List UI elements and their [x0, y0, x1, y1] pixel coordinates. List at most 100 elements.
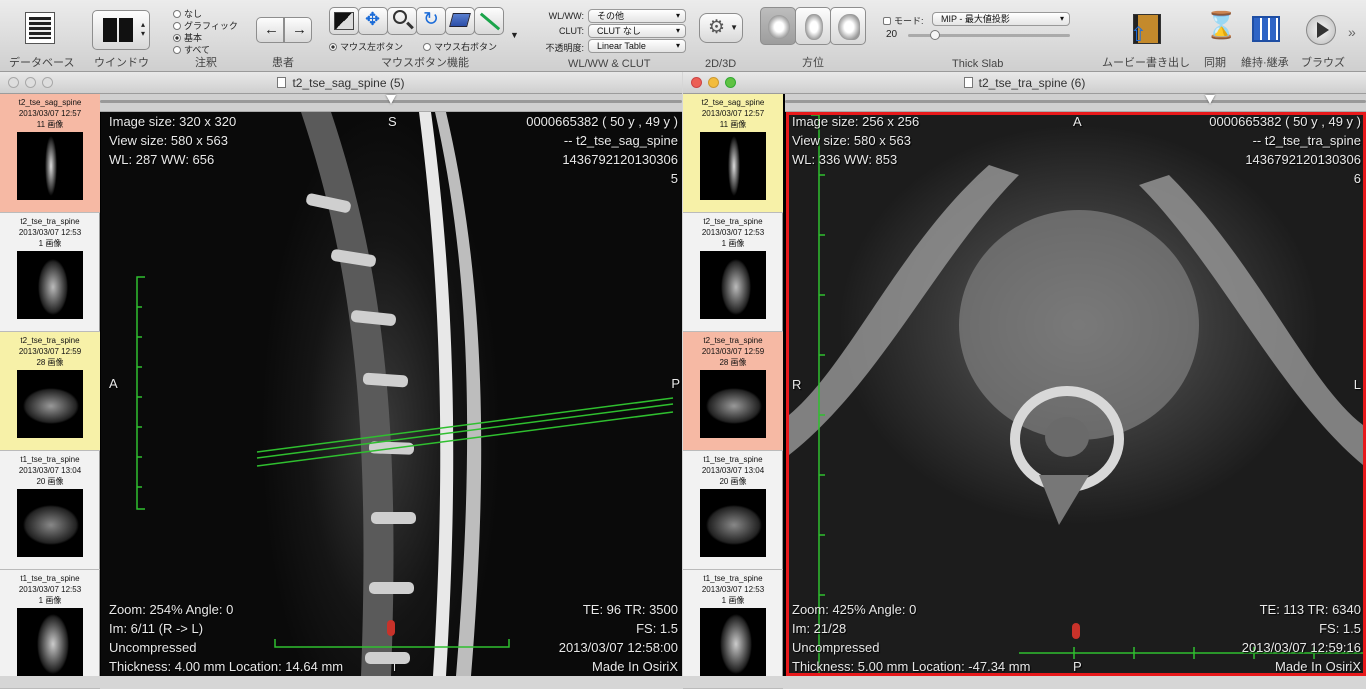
series-name: t1_tse_tra_spine	[703, 455, 763, 464]
window-label: ウインドウ	[94, 57, 149, 69]
mouse-left-option[interactable]: マウス左ボタン	[329, 40, 403, 53]
sagittal-spine-image	[136, 112, 674, 676]
series-name: t2_tse_tra_spine	[703, 217, 763, 226]
orientation-left-marker: A	[109, 376, 118, 391]
patient-label: 患者	[272, 57, 294, 69]
patient-next-button[interactable]: →	[284, 17, 312, 43]
orientation-left-marker: R	[792, 377, 802, 392]
right-series-thumb-4[interactable]: t1_tse_tra_spine 2013/03/07 12:53 1 画像	[683, 570, 783, 689]
orientation-axial-button[interactable]	[760, 7, 796, 45]
zoom-icon[interactable]	[42, 77, 53, 88]
right-series-thumb-0[interactable]: t2_tse_sag_spine 2013/03/07 12:57 11 画像	[683, 94, 783, 213]
browse-group[interactable]: » ブラウズ	[1296, 0, 1366, 72]
window-layout-button[interactable]: ▴ ▾	[92, 10, 150, 50]
left-series-thumb-4[interactable]: t1_tse_tra_spine 2013/03/07 12:53 1 画像	[0, 570, 100, 689]
clut-select[interactable]: CLUT なし	[588, 24, 686, 38]
minimize-icon[interactable]	[708, 77, 719, 88]
left-window-controls	[8, 77, 53, 88]
right-series-thumb-2[interactable]: t2_tse_tra_spine 2013/03/07 12:59 28 画像	[683, 332, 783, 451]
overlay-line: FS: 1.5	[1319, 621, 1361, 636]
overlay-line: TE: 113 TR: 6340	[1259, 602, 1361, 617]
overlay-line: 1436792120130306	[562, 152, 678, 167]
left-image-viewer[interactable]: Image size: 320 x 320 View size: 580 x 56…	[101, 112, 682, 676]
zoom-tool-button[interactable]	[387, 7, 417, 35]
gear-icon: ⚙	[708, 17, 726, 38]
mouse-right-option[interactable]: マウス右ボタン	[423, 40, 497, 53]
wlww-field-label: WL/WW:	[548, 11, 584, 21]
movie-group[interactable]: ⇧ ムービー書き出し	[1100, 0, 1195, 72]
keep-group[interactable]: 維持·継承	[1238, 0, 1293, 72]
right-series-thumb-3[interactable]: t1_tse_tra_spine 2013/03/07 13:04 20 画像	[683, 451, 783, 570]
series-thumbnail	[700, 489, 766, 557]
pan-tool-button[interactable]: ✥	[358, 7, 388, 35]
overlay-line: Zoom: 425% Angle: 0	[792, 602, 917, 617]
right-image-slider[interactable]	[785, 94, 1366, 112]
series-thumbnail	[700, 608, 766, 676]
series-name: t2_tse_sag_spine	[701, 98, 765, 107]
wlww-select[interactable]: その他	[588, 9, 686, 23]
window-group[interactable]: ▴ ▾ ウインドウ	[85, 0, 155, 72]
overlay-line: Im: 21/28	[792, 621, 847, 636]
right-series-sidebar: t2_tse_sag_spine 2013/03/07 12:57 11 画像 t2…	[683, 94, 783, 689]
overlay-line: 1436792120130306	[1245, 152, 1361, 167]
left-image-slider[interactable]	[100, 94, 682, 112]
right-image-viewer[interactable]: Image size: 256 x 256 View size: 580 x 56…	[786, 112, 1366, 676]
thick-slab-mode-checkbox[interactable]: モード:	[883, 14, 924, 27]
move-icon: ✥	[365, 9, 381, 29]
left-overlay-bottom-left: Zoom: 254% Angle: 0 Im: 6/11 (R -> L) Unco…	[109, 600, 343, 676]
overlay-line: WL: 287 WW: 656	[109, 152, 215, 167]
left-slider-knob[interactable]	[386, 95, 396, 104]
left-series-thumb-1[interactable]: t2_tse_tra_spine 2013/03/07 12:53 1 画像	[0, 213, 100, 332]
magnifier-icon	[393, 10, 407, 24]
right-viewer-window: t2_tse_tra_spine (6) t2_tse_sag_spine 201…	[683, 72, 1366, 689]
series-date: 2013/03/07 12:59	[18, 347, 82, 356]
thick-slab-mode-select[interactable]: MIP - 最大値投影	[932, 12, 1070, 26]
series-thumbnail	[17, 489, 83, 557]
close-icon[interactable]	[8, 77, 19, 88]
arrow-left-icon: ←	[264, 21, 279, 38]
left-series-thumb-2[interactable]: t2_tse_tra_spine 2013/03/07 12:59 28 画像	[0, 332, 100, 451]
patient-prev-button[interactable]: ←	[256, 17, 284, 43]
right-overlay-bottom-left: Zoom: 425% Angle: 0 Im: 21/28 Uncompressed…	[792, 600, 1030, 673]
left-window-title: t2_tse_sag_spine (5)	[292, 76, 405, 90]
dim-menu-button[interactable]: ⚙ ▼	[699, 13, 743, 43]
series-thumbnail	[700, 251, 766, 319]
series-count: 28 画像	[719, 358, 747, 367]
opacity-select[interactable]: Linear Table	[588, 39, 686, 53]
wl-tool-button[interactable]	[329, 7, 359, 35]
overlay-line: Made In OsiriX	[1275, 659, 1361, 674]
more-tools-arrow-icon[interactable]: ▼	[510, 30, 519, 40]
overflow-chevron-icon[interactable]: »	[1348, 24, 1356, 40]
minimize-icon[interactable]	[25, 77, 36, 88]
head-coronal-icon	[805, 14, 823, 40]
thick-slab-slider-knob[interactable]	[930, 30, 940, 40]
left-overlay-top-right: 0000665382 ( 50 y , 49 y ) -- t2_tse_sag_…	[526, 112, 678, 188]
orientation-coronal-button[interactable]	[795, 7, 831, 45]
measure-tool-button[interactable]	[474, 7, 504, 35]
database-icon[interactable]	[25, 12, 55, 44]
scroll-tool-button[interactable]	[445, 7, 475, 35]
close-icon[interactable]	[691, 77, 702, 88]
dim-label: 2D/3D	[705, 58, 737, 70]
left-series-thumb-0[interactable]: t2_tse_sag_spine 2013/03/07 12:57 11 画像	[0, 94, 100, 213]
play-icon[interactable]	[1306, 15, 1336, 45]
overlay-line: Image size: 320 x 320	[109, 114, 237, 129]
right-series-thumb-1[interactable]: t2_tse_tra_spine 2013/03/07 12:53 1 画像	[683, 213, 783, 332]
right-slider-knob[interactable]	[1205, 95, 1215, 104]
series-name: t2_tse_sag_spine	[18, 98, 82, 107]
series-count: 20 画像	[719, 477, 747, 486]
series-thumbnail	[17, 370, 83, 438]
overlay-line: View size: 580 x 563	[792, 133, 911, 148]
left-series-thumb-3[interactable]: t1_tse_tra_spine 2013/03/07 13:04 20 画像	[0, 451, 100, 570]
orientation-sagittal-button[interactable]	[830, 7, 866, 45]
rotate-tool-button[interactable]: ↻	[416, 7, 446, 35]
zoom-icon[interactable]	[725, 77, 736, 88]
document-icon	[963, 77, 973, 88]
overlay-line: -- t2_tse_sag_spine	[563, 133, 678, 148]
hourglass-icon[interactable]: ⌛	[1205, 10, 1237, 41]
left-series-sidebar: t2_tse_sag_spine 2013/03/07 12:57 11 画像 t2…	[0, 94, 100, 689]
thick-slab-slider[interactable]	[908, 30, 1070, 40]
grid-layout-icon[interactable]	[1252, 16, 1280, 42]
sync-group[interactable]: ⌛ 同期	[1198, 0, 1237, 72]
database-group[interactable]: データベース	[0, 0, 80, 72]
